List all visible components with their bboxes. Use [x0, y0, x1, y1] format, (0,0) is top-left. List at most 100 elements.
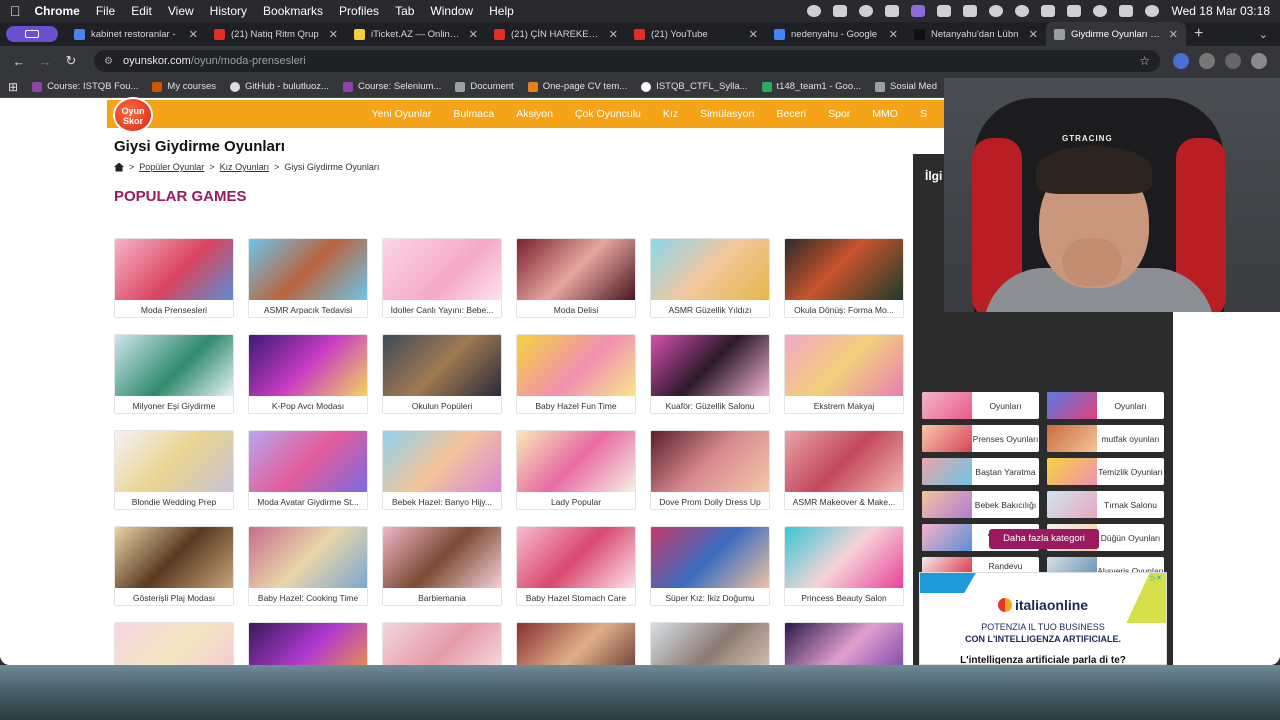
- game-thumbnail[interactable]: [249, 527, 367, 588]
- camera-icon[interactable]: [963, 5, 978, 17]
- game-card[interactable]: Baby Hazel Stomach Care: [516, 526, 636, 606]
- game-thumbnail[interactable]: [383, 431, 501, 492]
- game-card[interactable]: Lady Popular: [516, 430, 636, 510]
- game-thumbnail[interactable]: [249, 431, 367, 492]
- game-card[interactable]: Milyoner Eşi Giydirme: [114, 334, 234, 414]
- nav-cok-oyunculu[interactable]: Çok Oyunculu: [575, 108, 641, 120]
- nav-simulasyon[interactable]: Simülasyon: [700, 108, 754, 120]
- bookmark-item[interactable]: GitHub - bulutluoz...: [229, 81, 329, 92]
- breadcrumb-girl-games[interactable]: Kız Oyunları: [220, 162, 270, 172]
- game-title[interactable]: ASMR Arpacık Tedavisi: [249, 300, 367, 315]
- pen-icon[interactable]: [833, 5, 848, 17]
- game-thumbnail[interactable]: [651, 527, 769, 588]
- game-thumbnail[interactable]: [383, 239, 501, 300]
- input-language-icon[interactable]: [1015, 5, 1030, 17]
- game-title[interactable]: Dove Prom Dolly Dress Up: [651, 492, 769, 507]
- game-card[interactable]: [382, 622, 502, 665]
- siri-icon[interactable]: [1145, 5, 1160, 17]
- game-thumbnail[interactable]: [785, 335, 903, 396]
- game-thumbnail[interactable]: [785, 239, 903, 300]
- extensions-puzzle-icon[interactable]: [1199, 53, 1215, 69]
- game-thumbnail[interactable]: [115, 527, 233, 588]
- menu-history[interactable]: History: [210, 4, 247, 18]
- game-title[interactable]: Princess Beauty Salon: [785, 588, 903, 603]
- game-thumbnail[interactable]: [383, 623, 501, 665]
- bookmark-item[interactable]: Course: ISTQB Fou...: [32, 81, 138, 92]
- game-thumbnail[interactable]: [115, 623, 233, 665]
- game-title[interactable]: ASMR Makeover & Make...: [785, 492, 903, 507]
- adchoices-icon[interactable]: ▷✕: [1151, 574, 1162, 582]
- new-tab-button[interactable]: +: [1194, 25, 1203, 43]
- tab-1[interactable]: kabinet restoranlar - ✕: [66, 22, 206, 46]
- screen-share-icon[interactable]: [911, 5, 926, 17]
- play-icon[interactable]: [989, 5, 1004, 17]
- home-icon[interactable]: [114, 162, 124, 172]
- bookmark-item[interactable]: Course: Selenium...: [342, 81, 441, 92]
- back-arrow-icon[interactable]: ←: [8, 54, 30, 69]
- game-card[interactable]: Blondie Wedding Prep: [114, 430, 234, 510]
- game-title[interactable]: Süper Kız: İkiz Doğumu: [651, 588, 769, 603]
- nav-more[interactable]: S: [920, 108, 927, 120]
- breadcrumb-popular[interactable]: Popüler Oyunlar: [139, 162, 204, 172]
- game-thumbnail[interactable]: [249, 239, 367, 300]
- game-card[interactable]: [516, 622, 636, 665]
- menu-bookmarks[interactable]: Bookmarks: [263, 4, 323, 18]
- nav-beceri[interactable]: Beceri: [776, 108, 806, 120]
- game-thumbnail[interactable]: [785, 527, 903, 588]
- game-thumbnail[interactable]: [383, 335, 501, 396]
- game-card[interactable]: Moda Delisi: [516, 238, 636, 318]
- game-card[interactable]: [650, 622, 770, 665]
- close-icon[interactable]: ✕: [1169, 28, 1178, 41]
- game-thumbnail[interactable]: [517, 527, 635, 588]
- game-thumbnail[interactable]: [517, 239, 635, 300]
- game-thumbnail[interactable]: [517, 431, 635, 492]
- category-item[interactable]: Oyunları: [922, 392, 1039, 419]
- bookmark-item[interactable]: Sosial Med: [875, 81, 937, 92]
- forward-arrow-icon[interactable]: →: [34, 54, 56, 69]
- tab-search-icon[interactable]: [6, 26, 58, 42]
- game-thumbnail[interactable]: [517, 335, 635, 396]
- game-card[interactable]: Okulun Popüleri: [382, 334, 502, 414]
- game-thumbnail[interactable]: [651, 623, 769, 665]
- n-app-icon[interactable]: [937, 5, 952, 17]
- vpn-icon[interactable]: [859, 5, 874, 17]
- game-card[interactable]: Barbiemania: [382, 526, 502, 606]
- game-thumbnail[interactable]: [785, 623, 903, 665]
- game-title[interactable]: Blondie Wedding Prep: [115, 492, 233, 507]
- record-icon[interactable]: [807, 5, 822, 17]
- game-title[interactable]: Ekstrem Makyaj: [785, 396, 903, 411]
- game-card[interactable]: [114, 622, 234, 665]
- site-settings-icon[interactable]: ⚙: [104, 56, 113, 67]
- nav-aksiyon[interactable]: Aksiyon: [516, 108, 553, 120]
- translate-extension-icon[interactable]: [1173, 53, 1189, 69]
- battery-icon[interactable]: [1041, 5, 1056, 17]
- menu-edit[interactable]: Edit: [131, 4, 152, 18]
- game-thumbnail[interactable]: [651, 239, 769, 300]
- menu-view[interactable]: View: [168, 4, 194, 18]
- menu-profiles[interactable]: Profiles: [339, 4, 379, 18]
- advertisement[interactable]: ▷✕ italiaonline POTENZIA IL TUO BUSINESS…: [919, 572, 1167, 665]
- game-title[interactable]: Baby Hazel Stomach Care: [517, 588, 635, 603]
- game-card[interactable]: K-Pop Avcı Modası: [248, 334, 368, 414]
- game-card[interactable]: [248, 622, 368, 665]
- bookmark-item[interactable]: Document: [455, 81, 514, 92]
- tab-4[interactable]: (21) ÇİN HAREKETE G ✕: [486, 22, 626, 46]
- menu-help[interactable]: Help: [489, 4, 514, 18]
- tab-7[interactable]: Netanyahu'dan Lübn ✕: [906, 22, 1046, 46]
- close-icon[interactable]: ✕: [889, 28, 898, 41]
- apple-icon[interactable]: : [10, 3, 21, 19]
- game-thumbnail[interactable]: [115, 239, 233, 300]
- nav-kiz[interactable]: Kız: [663, 108, 678, 120]
- close-icon[interactable]: ✕: [189, 28, 198, 41]
- game-card[interactable]: [784, 622, 904, 665]
- category-item[interactable]: Oyunları: [1047, 392, 1164, 419]
- chevron-down-icon[interactable]: ⌄: [1259, 28, 1268, 41]
- game-thumbnail[interactable]: [785, 431, 903, 492]
- profile-avatar-icon[interactable]: [1251, 53, 1267, 69]
- category-item[interactable]: Temizlik Oyunları: [1047, 458, 1164, 485]
- bookmark-item[interactable]: ISTQB_CTFL_Sylla...: [641, 81, 748, 92]
- bookmark-star-icon[interactable]: ☆: [1139, 54, 1150, 68]
- close-icon[interactable]: ✕: [609, 28, 618, 41]
- nav-yeni-oyunlar[interactable]: Yeni Oyunlar: [372, 108, 432, 120]
- game-thumbnail[interactable]: [115, 335, 233, 396]
